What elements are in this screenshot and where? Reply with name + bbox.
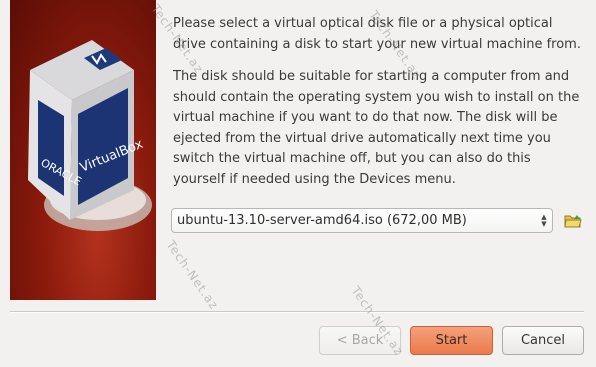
- watermark-text: Tech-Net.az: [163, 238, 222, 313]
- start-button[interactable]: Start: [410, 326, 493, 355]
- optical-disk-selector[interactable]: ubuntu-13.10-server-amd64.iso (672,00 MB…: [171, 208, 553, 233]
- virtualbox-logo-art: ORACLE VirtualBox: [10, 0, 156, 300]
- cancel-button[interactable]: Cancel: [502, 326, 584, 355]
- instruction-paragraph-2: The disk should be suitable for starting…: [173, 69, 580, 187]
- spinner-arrows-icon: ▲ ▼: [541, 212, 547, 228]
- folder-open-icon: [564, 215, 582, 228]
- choose-disk-file-button[interactable]: [563, 210, 583, 230]
- virtualbox-cube-icon: ORACLE VirtualBox: [28, 40, 152, 231]
- start-vm-dialog: ORACLE VirtualBox Please select a virtua…: [0, 0, 596, 367]
- instructions: Please select a virtual optical disk fil…: [173, 14, 583, 202]
- button-divider: [10, 311, 584, 313]
- selected-disk-value: ubuntu-13.10-server-amd64.iso (672,00 MB…: [177, 213, 467, 228]
